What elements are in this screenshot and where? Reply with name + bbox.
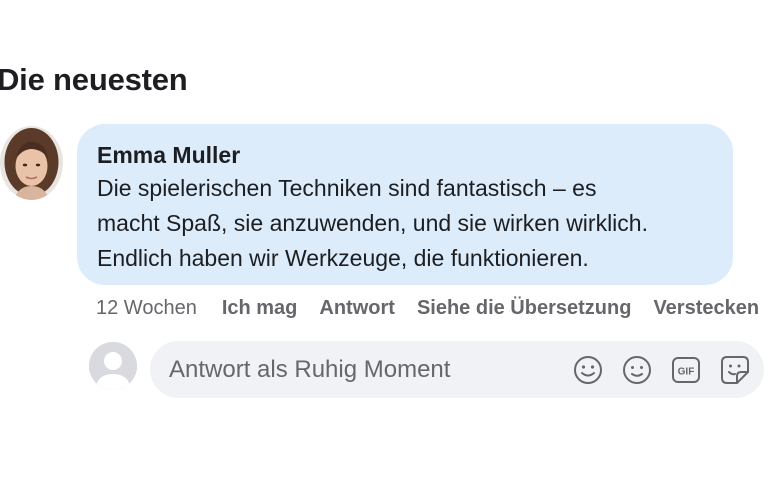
comment-actions: 12 Wochen Ich mag Antwort Siehe die Überset… (96, 294, 768, 322)
comment-line: Endlich haben wir Werkzeuge, die funktio… (97, 245, 589, 271)
reply-user-avatar (89, 342, 137, 390)
avatar-sticker-icon[interactable] (622, 355, 652, 385)
see-translation-button[interactable]: Siehe die Übersetzung (417, 294, 632, 322)
section-title: Die neuesten (0, 62, 188, 97)
comments-page: Die neuesten Emma Muller Die spielerisch… (0, 0, 768, 482)
reply-composer: GIF (150, 341, 764, 398)
gif-icon[interactable]: GIF (671, 355, 701, 385)
sticker-icon[interactable] (720, 355, 750, 385)
hide-button[interactable]: Verstecken (653, 294, 759, 322)
comment-timestamp[interactable]: 12 Wochen (96, 294, 197, 322)
like-button[interactable]: Ich mag (222, 294, 298, 322)
reply-input[interactable] (169, 341, 559, 398)
commenter-avatar[interactable] (0, 126, 63, 200)
comment-line: Die spielerischen Techniken sind fantast… (97, 175, 597, 201)
comment-bubble: Emma Muller Die spielerischen Techniken … (77, 124, 733, 285)
comment-author[interactable]: Emma Muller (97, 140, 713, 170)
reply-button[interactable]: Antwort (319, 294, 395, 322)
emoji-icon[interactable] (573, 355, 603, 385)
comment-text: Die spielerischen Techniken sind fantast… (97, 171, 713, 276)
svg-text:GIF: GIF (678, 367, 695, 378)
comment-line: macht Spaß, sie anzuwenden, und sie wirk… (97, 210, 648, 236)
